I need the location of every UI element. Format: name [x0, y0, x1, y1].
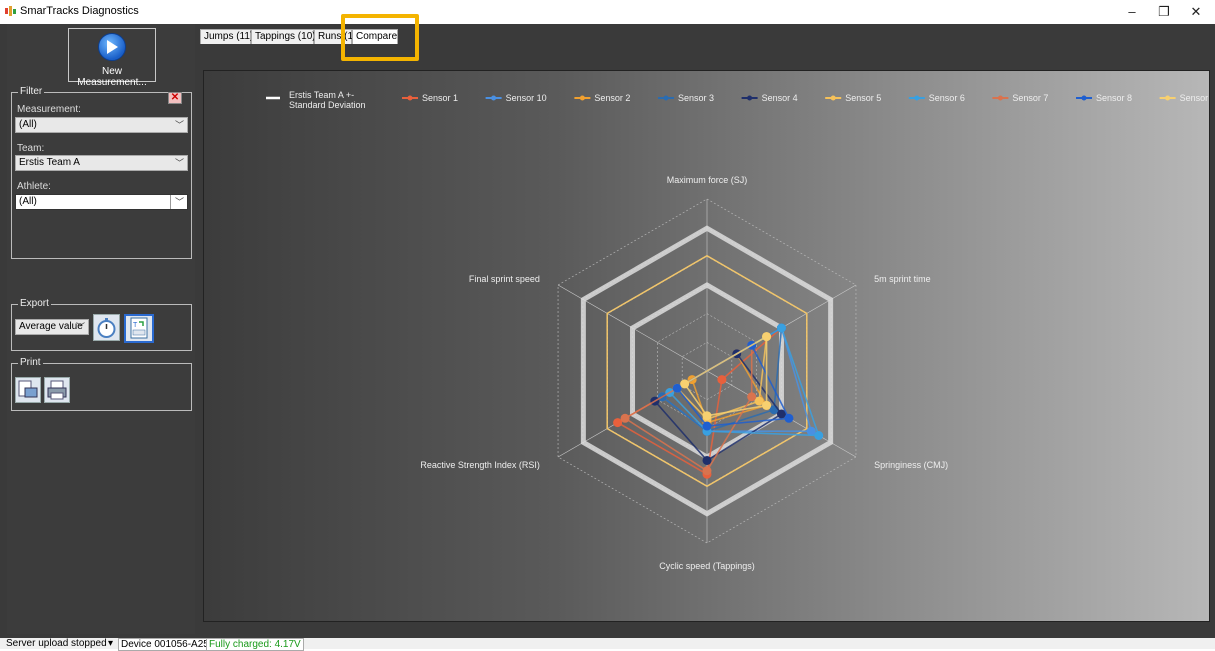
stopwatch-icon: [97, 318, 116, 338]
measurement-select[interactable]: (All) ﹀: [15, 117, 188, 133]
legend-label: Sensor 5: [845, 93, 881, 103]
legend-marker: [579, 95, 585, 101]
radar-chart: Maximum force (SJ) 5m sprint time Springin…: [266, 90, 1215, 571]
legend-label: Sensor 7: [1012, 93, 1048, 103]
series-point: [620, 413, 630, 423]
stopwatch-export-button[interactable]: [93, 314, 120, 341]
axis-label: Springiness (CMJ): [874, 460, 948, 470]
axis-label: Cyclic speed (Tappings): [659, 561, 755, 571]
legend-label: Sensor 1: [422, 93, 458, 103]
status-bar: Server upload stopped ▾ Device 001056-A2…: [0, 638, 1215, 651]
legend-marker: [407, 95, 413, 101]
export-mode-value: Average value: [19, 321, 83, 332]
athlete-value: (All): [19, 196, 37, 207]
print-button[interactable]: [44, 377, 70, 403]
upload-dropdown-icon[interactable]: ▾: [108, 638, 113, 649]
axis-label: Final sprint speed: [469, 274, 540, 284]
chevron-down-icon: ﹀: [174, 120, 184, 130]
legend-label: Sensor 2: [594, 93, 630, 103]
legend-label: Sensor 4: [762, 93, 798, 103]
series-point: [776, 323, 786, 333]
svg-text:T: T: [133, 322, 138, 329]
sidebar: New Measurement... Filter ✕ Measurement:…: [7, 24, 195, 634]
chart-area: Maximum force (SJ) 5m sprint time Springin…: [203, 70, 1215, 622]
legend-label: Sensor 9: [1180, 93, 1209, 103]
athlete-label: Athlete:: [17, 181, 51, 192]
legend-label: Erstis Team A +-: [289, 90, 354, 100]
maximize-button[interactable]: ❐: [1149, 2, 1179, 22]
series-point: [702, 411, 712, 421]
legend-marker: [747, 95, 753, 101]
chevron-down-icon: ﹀: [174, 197, 184, 207]
legend-label: Sensor 8: [1096, 93, 1132, 103]
clear-filter-button[interactable]: ✕: [168, 92, 182, 104]
legend-marker: [663, 95, 669, 101]
series-line: [623, 343, 753, 472]
close-button[interactable]: ✕: [1181, 2, 1211, 22]
team-value: Erstis Team A: [19, 157, 80, 168]
axis-label: 5m sprint time: [874, 274, 931, 284]
new-measurement-button[interactable]: New Measurement...: [68, 28, 156, 88]
legend-marker: [491, 95, 497, 101]
team-label: Team:: [17, 143, 45, 154]
series-point: [680, 379, 690, 389]
export-title: Export: [18, 298, 51, 309]
series-point: [747, 392, 757, 402]
series-point: [762, 332, 772, 342]
axis-label: Maximum force (SJ): [667, 175, 748, 185]
upload-status: Server upload stopped: [6, 638, 107, 649]
athlete-select[interactable]: (All) ﹀: [15, 194, 188, 210]
series-point: [762, 400, 772, 410]
chevron-down-icon: ﹀: [174, 158, 184, 168]
excel-export-button[interactable]: T: [124, 314, 154, 343]
series-point: [702, 455, 712, 465]
play-circle-icon: [98, 33, 126, 61]
legend-label: Sensor 6: [929, 93, 965, 103]
measurement-label: Measurement:: [17, 104, 81, 115]
series-point: [784, 413, 794, 423]
minimize-button[interactable]: –: [1117, 2, 1147, 22]
legend-marker: [914, 95, 920, 101]
legend-label: Sensor 10: [506, 93, 547, 103]
device-label: Device 001056-A250: [118, 638, 218, 651]
new-measurement-label: New Measurement...: [77, 66, 147, 88]
print-title: Print: [18, 357, 43, 368]
tab-tappings[interactable]: Tappings (10): [251, 29, 316, 44]
highlight-annotation: [341, 14, 419, 61]
series-point: [702, 466, 712, 476]
legend-marker: [1081, 95, 1087, 101]
app-logo-icon: [5, 6, 16, 16]
window-title: SmarTracks Diagnostics: [20, 5, 139, 17]
legend-label: Standard Deviation: [289, 100, 366, 110]
chevron-down-icon: ﹀: [75, 322, 85, 332]
legend-label: Sensor 3: [678, 93, 714, 103]
print-preview-icon: [18, 380, 38, 398]
series-point: [717, 375, 727, 385]
legend-marker: [830, 95, 836, 101]
battery-label: Fully charged: 4.17V: [206, 638, 304, 651]
export-mode-select[interactable]: Average value ﹀: [15, 319, 89, 335]
filter-title: Filter: [18, 86, 45, 97]
series-point: [702, 421, 712, 431]
title-bar: SmarTracks Diagnostics – ❐ ✕: [0, 0, 1215, 24]
excel-file-icon: T: [130, 317, 148, 339]
print-preview-button[interactable]: [15, 377, 41, 403]
axis-label: Reactive Strength Index (RSI): [420, 460, 540, 470]
team-select[interactable]: Erstis Team A ﹀: [15, 155, 188, 171]
measurement-value: (All): [19, 119, 37, 130]
tab-jumps[interactable]: Jumps (11): [200, 29, 253, 44]
printer-icon: [47, 380, 67, 400]
series-point: [814, 431, 824, 440]
legend-marker: [1165, 95, 1171, 101]
legend-marker: [997, 95, 1003, 101]
